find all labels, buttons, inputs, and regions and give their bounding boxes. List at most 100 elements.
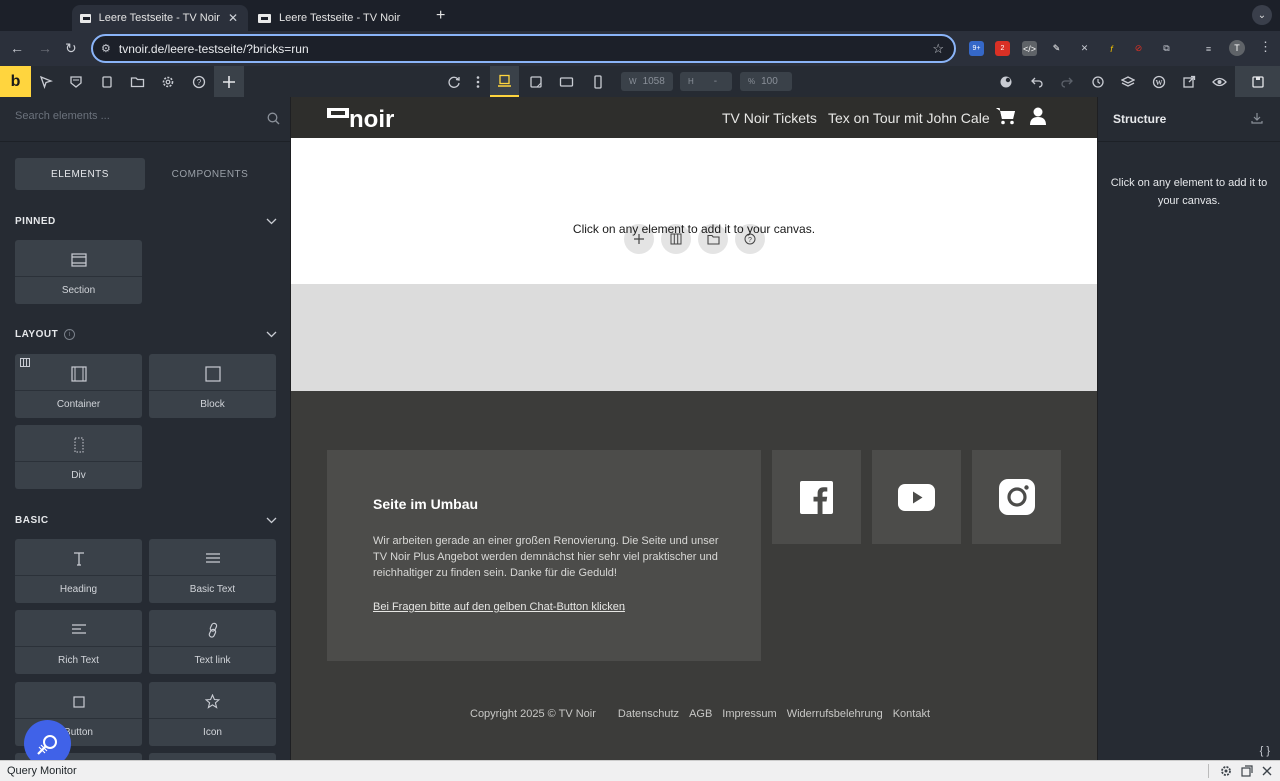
mobile-breakpoint-icon[interactable] [589, 73, 606, 90]
query-monitor-bar: Query Monitor [0, 760, 1280, 781]
new-tab-button[interactable]: + [436, 7, 445, 25]
back-arrow-icon[interactable]: ← [10, 40, 24, 56]
reading-list-icon[interactable]: ≡ [1201, 41, 1216, 56]
save-button[interactable] [1235, 66, 1280, 97]
element-card-basic-text[interactable]: Basic Text [149, 539, 276, 603]
info-icon[interactable]: i [64, 328, 76, 340]
layers-icon[interactable] [1119, 73, 1136, 90]
width-field[interactable]: W 1058 [621, 72, 673, 91]
footer-link-datenschutz[interactable]: Datenschutz [618, 708, 679, 720]
forward-arrow-icon[interactable]: → [38, 40, 52, 56]
browser-tab[interactable]: Leere Testseite - TV Noir ✕ [72, 5, 248, 31]
element-card-section[interactable]: Section [15, 240, 142, 304]
close-icon[interactable] [1262, 766, 1272, 776]
instagram-link[interactable] [972, 450, 1061, 544]
browser-menu-icon[interactable]: ⋮ [1259, 39, 1272, 55]
nav-link-tour[interactable]: Tex on Tour mit John Cale [828, 110, 990, 126]
gray-spacer-section[interactable] [291, 284, 1097, 391]
element-card-partial[interactable] [149, 753, 276, 760]
search-icon [267, 112, 280, 125]
chevron-down-icon[interactable] [266, 218, 277, 225]
pages-icon[interactable] [98, 73, 115, 90]
settings-gear-icon[interactable] [159, 73, 176, 90]
settings-gear-icon[interactable] [1220, 765, 1232, 777]
element-label: Container [15, 390, 142, 418]
chat-help-link[interactable]: Bei Fragen bitte auf den gelben Chat-But… [373, 601, 625, 613]
element-card-text-link[interactable]: Text link [149, 610, 276, 674]
external-link-icon[interactable] [1180, 73, 1197, 90]
chevron-down-icon[interactable] [266, 331, 277, 338]
footer-link-agb[interactable]: AGB [689, 708, 712, 720]
tab-components[interactable]: COMPONENTS [145, 158, 275, 190]
browser-tab[interactable]: Leere Testseite - TV Noir [250, 5, 428, 31]
query-monitor-label[interactable]: Query Monitor [7, 765, 77, 777]
element-card-container[interactable]: Container [15, 354, 142, 418]
help-icon[interactable]: ? [190, 73, 207, 90]
search-elements-input[interactable] [15, 110, 255, 122]
preview-eye-icon[interactable] [1211, 73, 1228, 90]
chevron-down-icon[interactable] [266, 517, 277, 524]
footer-link-kontakt[interactable]: Kontakt [893, 708, 930, 720]
pinned-section-header[interactable]: PINNED [15, 214, 277, 228]
element-card-div[interactable]: Div [15, 425, 142, 489]
history-icon[interactable] [1089, 73, 1106, 90]
font-extension-icon[interactable]: f [1104, 41, 1119, 56]
element-card-icon[interactable]: Icon [149, 682, 276, 746]
folder-icon[interactable] [129, 73, 146, 90]
tab-elements[interactable]: ELEMENTS [15, 158, 145, 190]
eyedropper-icon[interactable]: ✎ [1049, 41, 1064, 56]
nav-link-tickets[interactable]: TV Noir Tickets [722, 110, 817, 126]
empty-section[interactable]: ? Click on any element to add it to your… [291, 138, 1097, 284]
wordpress-icon[interactable]: W [1150, 73, 1167, 90]
more-vertical-icon[interactable] [469, 73, 486, 90]
cart-icon[interactable] [996, 107, 1016, 125]
user-account-icon[interactable] [1030, 107, 1046, 125]
code-extension-icon[interactable]: </> [1022, 41, 1037, 56]
toggle-position-icon[interactable] [1241, 765, 1253, 777]
reload-icon[interactable]: ↻ [65, 40, 77, 57]
pointer-icon[interactable] [37, 73, 54, 90]
site-settings-icon[interactable]: ⚙ [101, 42, 111, 55]
address-bar[interactable]: ⚙ tvnoir.de/leere-testseite/?bricks=run … [91, 34, 956, 63]
builder-canvas[interactable]: noir TV Noir Tickets Tex on Tour mit Joh… [291, 97, 1097, 760]
element-card-heading[interactable]: Heading [15, 539, 142, 603]
download-icon[interactable] [1251, 112, 1263, 124]
tablet-landscape-icon[interactable] [558, 73, 575, 90]
youtube-link[interactable] [872, 450, 961, 544]
extensions-puzzle-icon[interactable]: ⧉ [1159, 41, 1174, 56]
layout-section-header[interactable]: LAYOUT i [15, 327, 277, 341]
tvnoir-logo[interactable]: noir [327, 108, 419, 128]
height-field[interactable]: H - [680, 72, 732, 91]
mute-icon[interactable]: ✕ [1077, 41, 1092, 56]
bricks-logo[interactable]: b [0, 66, 31, 97]
template-icon[interactable] [67, 73, 84, 90]
url-text[interactable]: tvnoir.de/leere-testseite/?bricks=run [119, 42, 309, 56]
scale-field[interactable]: % 100 [740, 72, 792, 91]
height-value[interactable]: - [700, 76, 717, 87]
basic-section-header[interactable]: BASIC [15, 513, 277, 527]
code-braces-icon[interactable]: { } [1260, 745, 1270, 757]
profile-avatar[interactable]: T [1229, 40, 1245, 56]
color-palette-icon[interactable] [997, 73, 1014, 90]
extension-icon[interactable]: 2 [995, 41, 1010, 56]
bookmark-star-icon[interactable]: ☆ [932, 41, 944, 57]
width-value[interactable]: 1058 [643, 76, 665, 87]
scale-value[interactable]: 100 [761, 76, 778, 87]
tab-search-button[interactable]: ⌄ [1252, 5, 1272, 25]
undo-icon[interactable] [1028, 73, 1045, 90]
footer-link-widerruf[interactable]: Widerrufsbelehrung [787, 708, 883, 720]
add-elements-button[interactable] [214, 66, 244, 97]
blocked-extension-icon[interactable]: ⊘ [1131, 41, 1146, 56]
div-icon [15, 434, 142, 455]
footer-link-impressum[interactable]: Impressum [722, 708, 776, 720]
close-tab-icon[interactable]: ✕ [228, 11, 238, 25]
redo-icon[interactable] [1058, 73, 1075, 90]
facebook-link[interactable] [772, 450, 861, 544]
tab-title: Leere Testseite - TV Noir [98, 12, 220, 24]
desktop-breakpoint-button[interactable] [490, 66, 519, 97]
extension-icon[interactable]: 9+ [969, 41, 984, 56]
element-card-block[interactable]: Block [149, 354, 276, 418]
element-card-rich-text[interactable]: Rich Text [15, 610, 142, 674]
refresh-icon[interactable] [445, 73, 462, 90]
laptop-breakpoint-icon[interactable] [527, 73, 544, 90]
